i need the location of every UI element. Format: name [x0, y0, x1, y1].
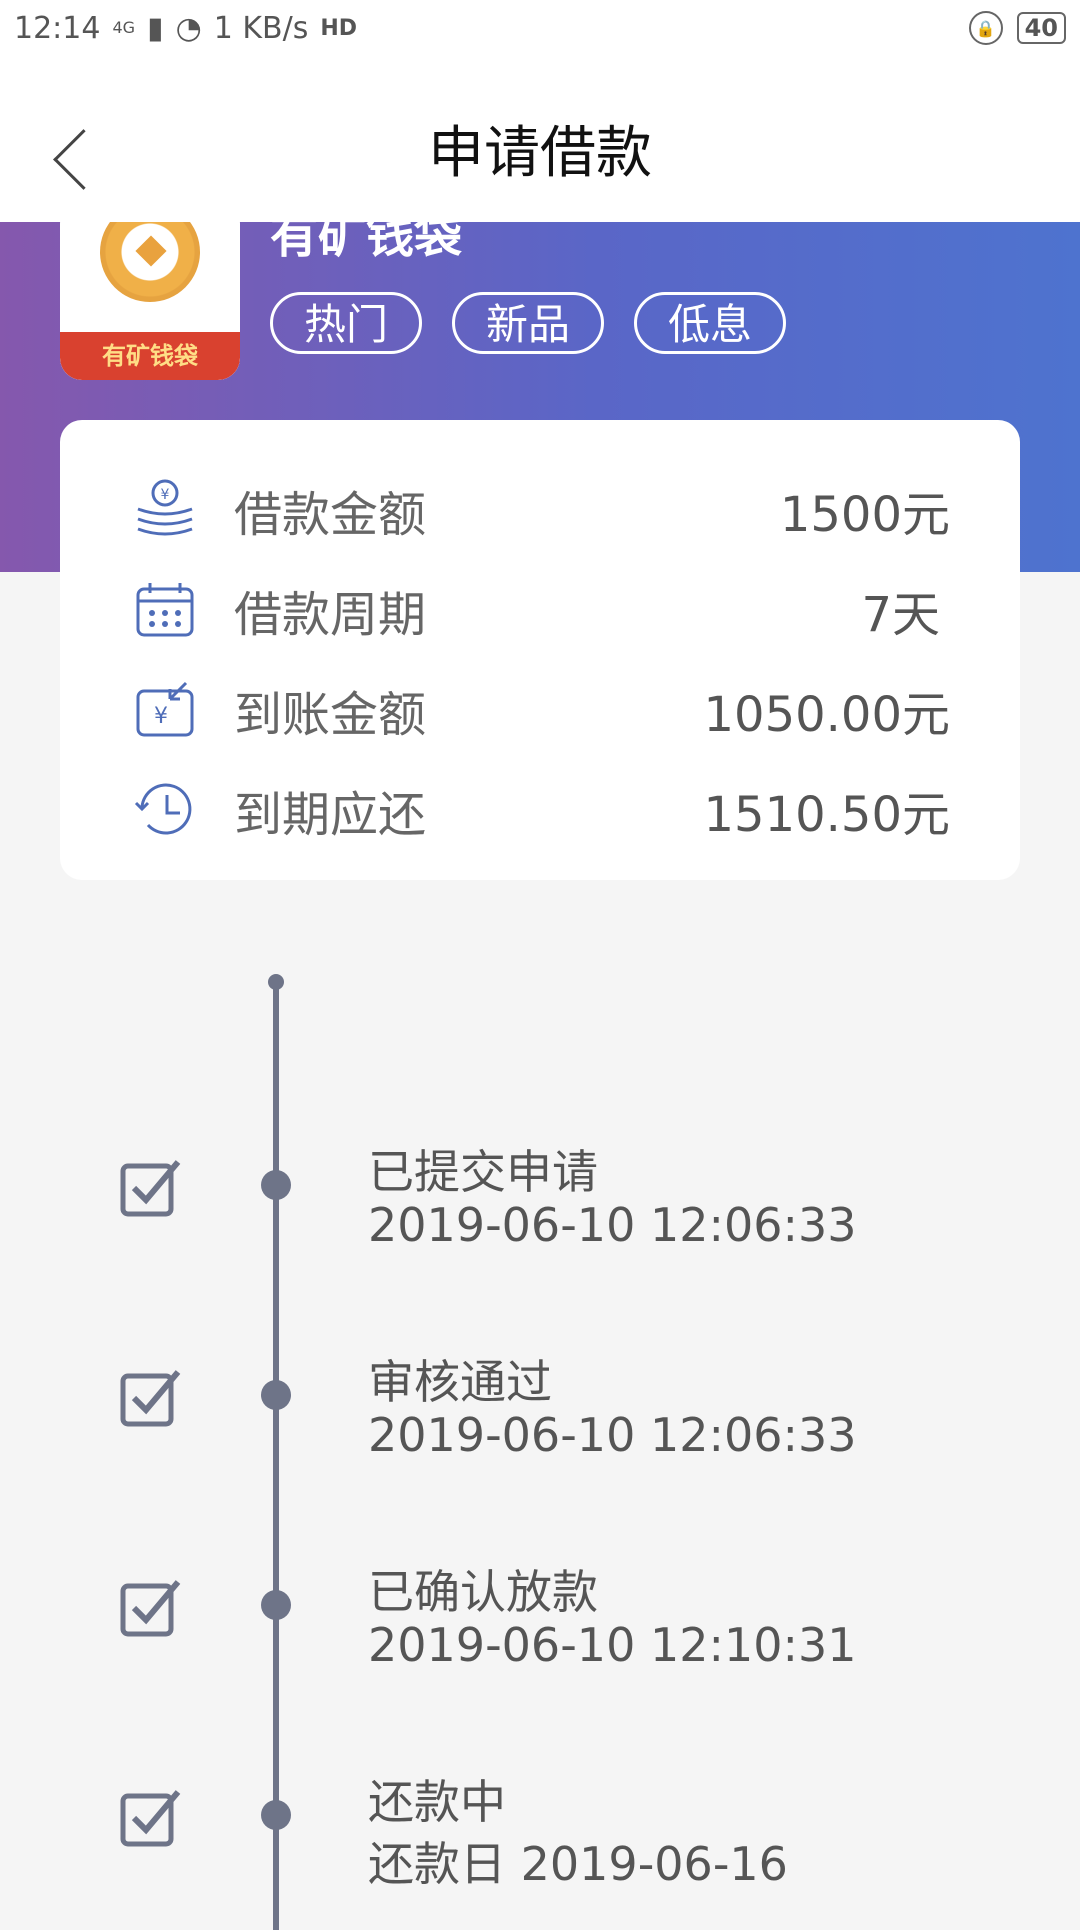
money-in-icon: ¥: [130, 675, 200, 745]
loan-term-row: 借款周期 7天: [130, 560, 950, 660]
step-time: 2019-06-10 12:06:33: [368, 1408, 857, 1462]
loan-amount-row: ¥ 借款金额 1500元: [130, 460, 950, 560]
loan-amount-value: 1500元: [779, 487, 950, 543]
calendar-icon: [130, 575, 200, 645]
status-time: 12:14: [14, 10, 101, 46]
battery-indicator: 40: [1016, 12, 1066, 44]
history-clock-icon: [130, 775, 200, 845]
received-amount-label: 到账金额: [234, 687, 427, 743]
timeline-dot: [261, 1590, 291, 1620]
wifi-icon: ◔: [175, 10, 202, 46]
timeline-step: 审核通过 2019-06-10 12:06:33: [0, 1346, 1080, 1466]
step-title: 还款中: [368, 1775, 506, 1829]
timeline-step: 还款中 还款日 2019-06-16: [0, 1766, 1080, 1891]
due-amount-label: 到期应还: [234, 787, 427, 843]
tag-low-interest: 低息: [634, 292, 786, 354]
due-amount-value: 1510.50元: [703, 787, 951, 843]
coins-icon: ¥: [130, 475, 200, 545]
step-time: 2019-06-10 12:10:31: [368, 1618, 857, 1672]
loan-term-label: 借款周期: [234, 587, 427, 643]
step-title: 已确认放款: [368, 1565, 598, 1619]
checkbox-checked-icon: [120, 1790, 181, 1847]
tag-hot: 热门: [270, 292, 422, 354]
step-time: 2019-06-10 12:06:33: [368, 1198, 857, 1252]
rotation-lock-icon: 🔒: [968, 11, 1003, 45]
product-tags: 热门 新品 低息: [270, 292, 786, 354]
loan-summary-card: ¥ 借款金额 1500元 借款周期 7天 ¥ 到账金额 1050.00元 到期应…: [60, 420, 1020, 880]
app-header: 申请借款: [0, 56, 1080, 222]
due-amount-row: 到期应还 1510.50元: [130, 760, 950, 860]
app-name: 有矿钱袋: [270, 222, 463, 264]
checkbox-checked-icon: [120, 1580, 181, 1637]
step-title: 已提交申请: [368, 1145, 598, 1199]
svg-text:¥: ¥: [154, 704, 168, 729]
received-amount-row: ¥ 到账金额 1050.00元: [130, 660, 950, 760]
step-title: 审核通过: [368, 1355, 552, 1409]
hd-icon: HD: [320, 15, 358, 41]
step-time: 还款日 2019-06-16: [368, 1837, 788, 1891]
logo-label: 有矿钱袋: [60, 332, 240, 380]
timeline-step: 已提交申请 2019-06-10 12:06:33: [0, 1136, 1080, 1256]
received-amount-value: 1050.00元: [703, 687, 951, 743]
loan-amount-label: 借款金额: [234, 487, 427, 543]
signal-icon: ▮: [147, 10, 164, 46]
timeline-dot: [261, 1380, 291, 1410]
net-speed: 1 KB/s: [213, 10, 309, 46]
loan-term-value: 7天: [861, 587, 940, 643]
timeline-start-dot: [268, 974, 284, 990]
network-icon: 4G: [112, 18, 136, 37]
svg-text:¥: ¥: [161, 487, 170, 503]
checkbox-checked-icon: [120, 1370, 181, 1427]
checkbox-checked-icon: [120, 1160, 181, 1217]
app-logo: 有矿钱袋: [60, 222, 240, 380]
timeline-dot: [261, 1170, 291, 1200]
timeline-dot: [261, 1800, 291, 1830]
status-bar: 12:14 4G ▮ ◔ 1 KB/s HD 🔒 40: [0, 0, 1080, 56]
page-title: 申请借款: [428, 121, 652, 186]
timeline-step: 已确认放款 2019-06-10 12:10:31: [0, 1556, 1080, 1676]
tag-new: 新品: [452, 292, 604, 354]
